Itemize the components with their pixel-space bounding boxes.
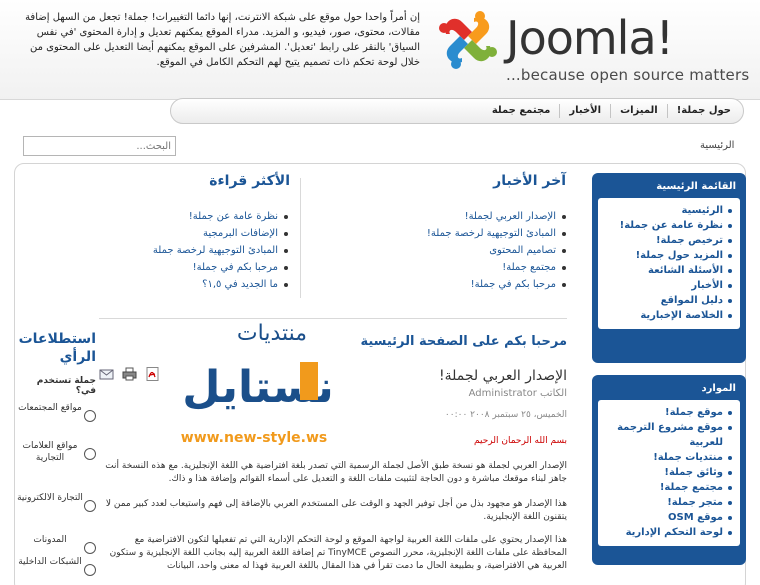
intro-text: إن أمراً واحدا حول موقع على شبكة الانترن… xyxy=(25,12,420,68)
latest-news-item[interactable]: مجتمع جملة! xyxy=(400,259,566,276)
svg-text:Joomla!: Joomla! xyxy=(503,11,673,65)
main-menu-list: الرئيسية نظرة عامة عن جملة! ترخيص جملة! … xyxy=(598,198,740,329)
poll-option-label: مواقع العلامات التجارية xyxy=(22,441,78,463)
poll-question: جملة تستخدم في؟ xyxy=(36,376,96,396)
article-basmala: بسم الله الرحمان الرحيم xyxy=(474,436,567,446)
joomla-logo[interactable]: Joomla! ...because open source matters xyxy=(434,4,754,92)
search-input[interactable] xyxy=(23,136,176,156)
article-paragraph: هذا الإصدار يحتوي على ملفات اللغة العربي… xyxy=(109,535,567,571)
site-header: Joomla! ...because open source matters إ… xyxy=(0,0,760,100)
pdf-icon[interactable] xyxy=(145,366,160,381)
nav-item-news[interactable]: الأخبار xyxy=(559,104,610,118)
poll-option[interactable]: المدونات xyxy=(16,534,96,554)
most-read-item[interactable]: الإضافات البرمجية xyxy=(120,225,288,242)
logo-tagline: ...because open source matters xyxy=(506,66,750,84)
resource-link[interactable]: موقع OSM xyxy=(602,510,732,525)
poll-module: استطلاعات الرأي جملة تستخدم في؟ xyxy=(16,330,96,396)
article-title[interactable]: الإصدار العربي لجملة! xyxy=(439,368,567,384)
latest-news-item[interactable]: تصاميم المحتوى xyxy=(400,242,566,259)
menu-item-weblinks[interactable]: دليل المواقع xyxy=(602,293,732,308)
menu-item-license[interactable]: ترخيص جملة! xyxy=(602,233,732,248)
nav-item-about[interactable]: حول جملة! xyxy=(666,104,731,118)
article-section-title: مرحبا بكم على الصفحة الرئيسية xyxy=(360,334,567,349)
forum-logo[interactable]: منتديات نستايل www.new-style.ws xyxy=(180,316,340,446)
menu-item-home[interactable]: الرئيسية xyxy=(602,203,732,218)
poll-option[interactable]: مواقع المجتمعات xyxy=(16,402,96,422)
column-divider xyxy=(300,178,301,298)
poll-radio[interactable] xyxy=(84,410,96,422)
article-paragraph: هذا الإصدار هو مجهود بذل من أجل توفير ال… xyxy=(105,499,567,522)
forum-logo-url: www.new-style.ws xyxy=(181,430,327,446)
resource-link[interactable]: مجتمع جملة! xyxy=(602,480,732,495)
resource-link[interactable]: لوحة التحكم الإدارية xyxy=(602,525,732,540)
latest-news-title: آخر الأخبار xyxy=(493,173,566,189)
most-read-title: الأكثر قراءة xyxy=(209,173,290,189)
poll-option[interactable]: مواقع العلامات التجارية xyxy=(16,440,96,464)
print-icon[interactable] xyxy=(122,366,137,381)
menu-item-news[interactable]: الأخبار xyxy=(602,278,732,293)
nav-item-community[interactable]: مجتمع جملة xyxy=(483,104,560,118)
most-read-list: نظرة عامة عن جملة! الإضافات البرمجية الم… xyxy=(120,208,288,293)
most-read-item[interactable]: مرحبا بكم في جملة! xyxy=(120,259,288,276)
poll-option-label: المدونات xyxy=(33,535,67,545)
article-tools xyxy=(99,366,160,381)
menu-item-newsfeeds[interactable]: الخلاصة الإخبارية xyxy=(602,308,732,323)
resource-link[interactable]: وثائق جملة! xyxy=(602,465,732,480)
menu-item-faq[interactable]: الأسئلة الشائعة xyxy=(602,263,732,278)
article-paragraph: الإصدار العربي لجملة هو نسخة طبق الأصل ل… xyxy=(105,461,567,484)
most-read-item[interactable]: المبادئ التوجيهية لرخصة جملة xyxy=(120,242,288,259)
most-read-item[interactable]: نظرة عامة عن جملة! xyxy=(120,208,288,225)
poll-radio[interactable] xyxy=(84,564,96,576)
latest-news-item[interactable]: الإصدار العربي لجملة! xyxy=(400,208,566,225)
poll-radio[interactable] xyxy=(84,500,96,512)
most-read-item[interactable]: ما الجديد في ١,٥؟ xyxy=(120,276,288,293)
poll-option-label: مواقع المجتمعات xyxy=(18,403,82,413)
article-date: الخميس، ٢٥ سبتمبر ٢٠٠٨ ٠٠:٠٠ xyxy=(444,410,567,420)
resource-link[interactable]: موقع جملة! xyxy=(602,405,732,420)
poll-option[interactable]: التجارة الالكترونية xyxy=(16,492,96,512)
main-menu-module: القائمة الرئيسية الرئيسية نظرة عامة عن ج… xyxy=(592,173,746,363)
resource-link[interactable]: متجر جملة! xyxy=(602,495,732,510)
poll-option[interactable]: الشبكات الداخلية xyxy=(16,556,96,576)
main-menu-title: القائمة الرئيسية xyxy=(656,181,736,192)
poll-radio[interactable] xyxy=(84,542,96,554)
email-icon[interactable] xyxy=(99,366,114,380)
resource-link[interactable]: موقع مشروع الترجمة للعربية xyxy=(602,420,732,450)
nav-item-features[interactable]: الميزات xyxy=(610,104,667,118)
latest-news-item[interactable]: المبادئ التوجيهية لرخصة جملة! xyxy=(400,225,566,242)
resources-title: الموارد xyxy=(701,383,736,394)
top-navigation: حول جملة! الميزات الأخبار مجتمع جملة xyxy=(170,98,744,124)
poll-option-label: الشبكات الداخلية xyxy=(18,557,82,567)
latest-news-item[interactable]: مرحبا بكم في جملة! xyxy=(400,276,566,293)
menu-item-more[interactable]: المزيد حول جملة! xyxy=(602,248,732,263)
poll-radio[interactable] xyxy=(84,448,96,460)
breadcrumb[interactable]: الرئيسية xyxy=(700,140,734,151)
resources-list: موقع جملة! موقع مشروع الترجمة للعربية من… xyxy=(598,400,740,546)
resources-module: الموارد موقع جملة! موقع مشروع الترجمة لل… xyxy=(592,375,746,565)
resource-link[interactable]: منتديات جملة! xyxy=(602,450,732,465)
forum-logo-top-text: منتديات xyxy=(237,321,307,346)
article-author: الكاتب Administrator xyxy=(468,388,567,399)
latest-news-list: الإصدار العربي لجملة! المبادئ التوجيهية … xyxy=(400,208,566,293)
poll-option-label: التجارة الالكترونية xyxy=(17,493,83,503)
poll-title: استطلاعات الرأي xyxy=(18,331,96,365)
menu-item-overview[interactable]: نظرة عامة عن جملة! xyxy=(602,218,732,233)
